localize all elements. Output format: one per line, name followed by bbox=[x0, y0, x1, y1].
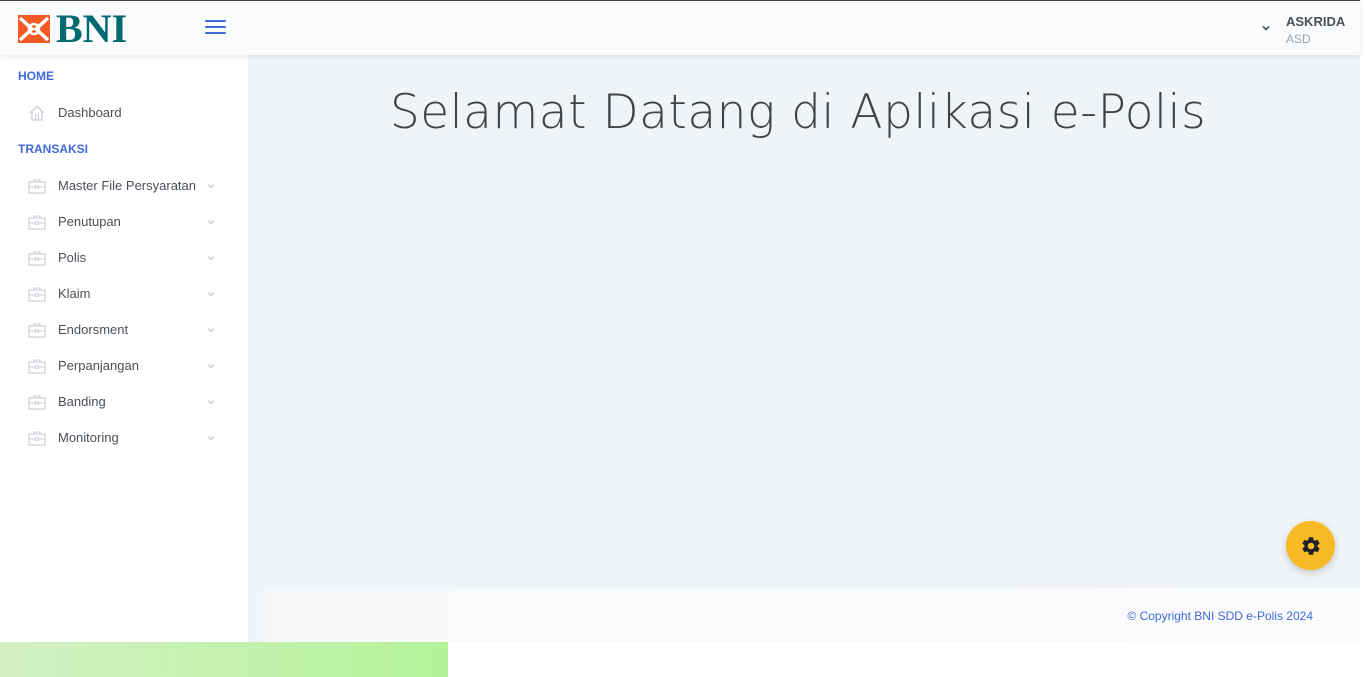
chevron-down-icon[interactable] bbox=[1261, 23, 1271, 33]
copyright-text: © Copyright BNI SDD e-Polis 2024 bbox=[1127, 609, 1313, 623]
gear-icon bbox=[1301, 536, 1320, 555]
home-icon bbox=[29, 105, 45, 121]
sidebar-heading-transaksi: TRANSAKSI bbox=[18, 142, 89, 156]
sidebar-item-endorsment[interactable]: Endorsment bbox=[0, 312, 248, 348]
hamburger-icon bbox=[205, 20, 226, 22]
sidebar-item-label: Dashboard bbox=[58, 105, 122, 120]
chevron-down-icon bbox=[207, 184, 215, 189]
top-navbar: BNI ASKRIDA ASD bbox=[0, 0, 1360, 55]
briefcase-icon bbox=[28, 323, 46, 338]
chevron-down-icon bbox=[207, 364, 215, 369]
briefcase-icon bbox=[28, 215, 46, 230]
sidebar-item-label: Monitoring bbox=[58, 430, 119, 445]
bni-logo-text: BNI bbox=[56, 6, 128, 51]
sidebar: HOME Dashboard TRANSAKSI Master File Per… bbox=[0, 55, 248, 642]
sidebar-item-polis[interactable]: Polis bbox=[0, 240, 248, 276]
sidebar-item-monitoring[interactable]: Monitoring bbox=[0, 420, 248, 456]
sidebar-item-label: Klaim bbox=[58, 286, 91, 301]
sidebar-item-master-file-persyaratan[interactable]: Master File Persyaratan bbox=[0, 168, 248, 204]
welcome-heading: Selamat Datang di Aplikasi e-Polis bbox=[389, 85, 1207, 140]
bni-logo[interactable]: BNI bbox=[18, 6, 128, 51]
chevron-down-icon bbox=[207, 436, 215, 441]
hamburger-menu-button[interactable] bbox=[205, 20, 226, 36]
settings-button[interactable] bbox=[1286, 521, 1335, 570]
chevron-down-icon bbox=[207, 292, 215, 297]
chevron-down-icon bbox=[207, 400, 215, 405]
sidebar-heading-home: HOME bbox=[18, 69, 54, 83]
sidebar-item-label: Endorsment bbox=[58, 322, 129, 337]
main-content: Selamat Datang di Aplikasi e-Polis bbox=[248, 55, 1360, 588]
sidebar-item-banding[interactable]: Banding bbox=[0, 384, 248, 420]
briefcase-icon bbox=[28, 251, 46, 266]
sidebar-item-label: Banding bbox=[58, 394, 106, 409]
chevron-down-icon bbox=[207, 220, 215, 225]
user-name[interactable]: ASKRIDA bbox=[1286, 14, 1345, 29]
sidebar-item-label: Penutupan bbox=[58, 214, 121, 229]
briefcase-icon bbox=[28, 359, 46, 374]
sidebar-item-label: Perpanjangan bbox=[58, 358, 139, 373]
sidebar-item-dashboard[interactable]: Dashboard bbox=[0, 95, 248, 131]
briefcase-icon bbox=[28, 395, 46, 410]
user-role: ASD bbox=[1286, 32, 1311, 46]
sidebar-item-klaim[interactable]: Klaim bbox=[0, 276, 248, 312]
chevron-down-icon bbox=[207, 256, 215, 261]
sidebar-item-label: Polis bbox=[58, 250, 87, 265]
bni-logo-mark-icon bbox=[18, 15, 50, 43]
sidebar-item-penutupan[interactable]: Penutupan bbox=[0, 204, 248, 240]
briefcase-icon bbox=[28, 179, 46, 194]
briefcase-icon bbox=[28, 431, 46, 446]
footer: © Copyright BNI SDD e-Polis 2024 bbox=[248, 588, 1360, 642]
bottom-gradient-strip bbox=[0, 642, 448, 677]
sidebar-item-label: Master File Persyaratan bbox=[58, 178, 196, 193]
chevron-down-icon bbox=[207, 328, 215, 333]
sidebar-item-perpanjangan[interactable]: Perpanjangan bbox=[0, 348, 248, 384]
briefcase-icon bbox=[28, 287, 46, 302]
